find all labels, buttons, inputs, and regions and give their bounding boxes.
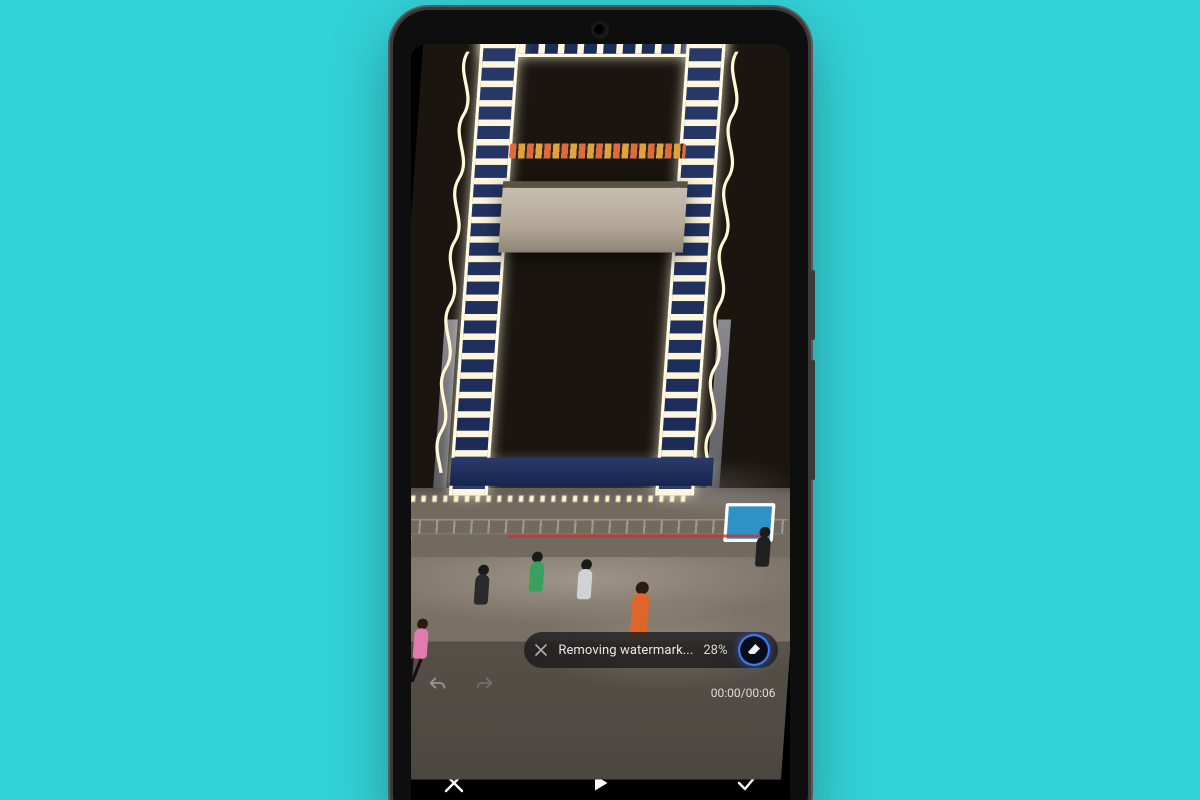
history-controls [427,672,495,698]
phone-frame: Removing watermark... 28% [393,10,808,800]
watermark-progress-toast: Removing watermark... 28% [524,632,777,668]
redo-button[interactable] [473,672,495,698]
video-preview[interactable]: Removing watermark... 28% [411,44,790,754]
toast-progress: 28% [703,643,727,658]
eraser-icon[interactable] [738,634,770,666]
toast-close-icon[interactable] [534,643,548,657]
current-time: 00:00 [711,686,741,700]
toast-message: Removing watermark... [558,643,693,658]
playback-time: 00:00/00:06 [711,686,776,700]
app-screen: Removing watermark... 28% [411,44,790,800]
phone-camera [594,24,606,36]
stage: Removing watermark... 28% [0,0,1200,800]
undo-button[interactable] [427,672,449,698]
video-content [411,44,790,780]
total-time: 00:06 [746,686,776,700]
